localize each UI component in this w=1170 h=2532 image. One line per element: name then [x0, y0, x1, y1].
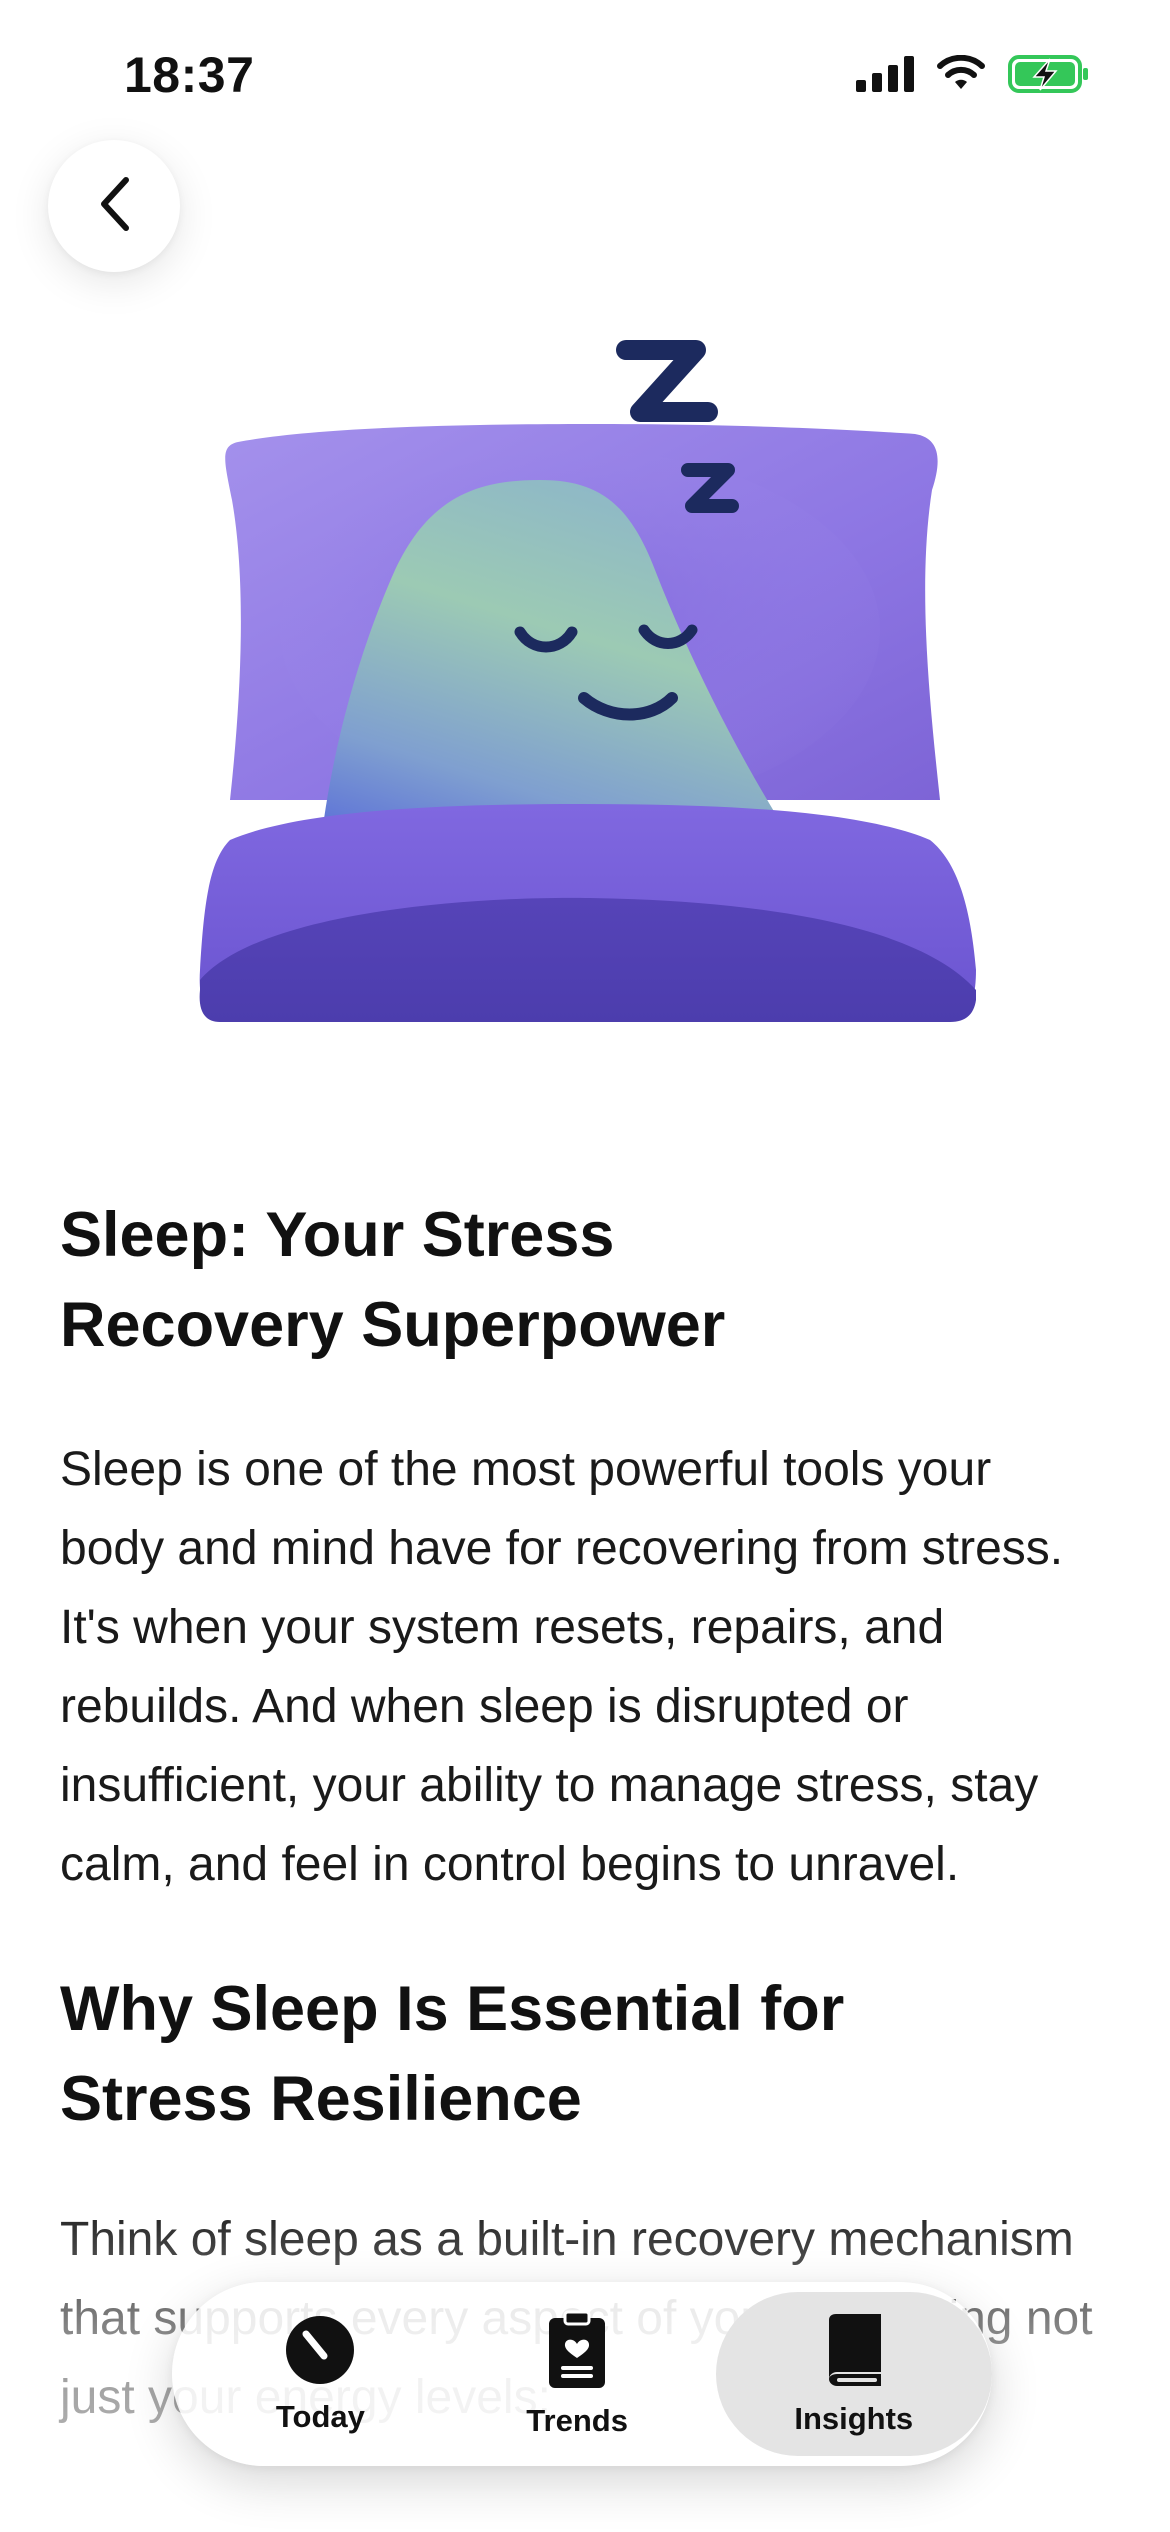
tab-trends-label: Trends	[526, 2402, 628, 2438]
clipboard-heart-icon	[547, 2310, 607, 2395]
signal-icon	[856, 56, 914, 97]
tab-insights[interactable]: Insights	[715, 2292, 992, 2456]
tab-insights-label: Insights	[794, 2400, 914, 2436]
chevron-left-icon	[92, 174, 136, 239]
tab-trends[interactable]: Trends	[449, 2292, 706, 2456]
article-intro: Sleep is one of the most powerful tools …	[60, 1443, 1064, 1891]
article: Sleep: Your Stress Recovery Superpower S…	[60, 1190, 1100, 2437]
gauge-icon	[284, 2314, 356, 2391]
tab-today[interactable]: Today	[192, 2292, 449, 2456]
book-icon	[823, 2312, 885, 2393]
back-button[interactable]	[48, 140, 180, 272]
bottom-tab-bar: Today Trends Insights	[172, 2282, 992, 2466]
battery-charging-icon	[1008, 54, 1090, 99]
status-bar: 18:37	[0, 0, 1170, 150]
status-icons	[856, 54, 1090, 99]
status-time: 18:37	[124, 47, 255, 103]
sleep-illustration	[180, 330, 1000, 1030]
section-title: Why Sleep Is Essential for Stress Resili…	[60, 1974, 845, 2134]
wifi-icon	[936, 54, 986, 98]
tab-today-label: Today	[275, 2398, 365, 2434]
article-title: Sleep: Your Stress Recovery Superpower	[60, 1200, 726, 1360]
